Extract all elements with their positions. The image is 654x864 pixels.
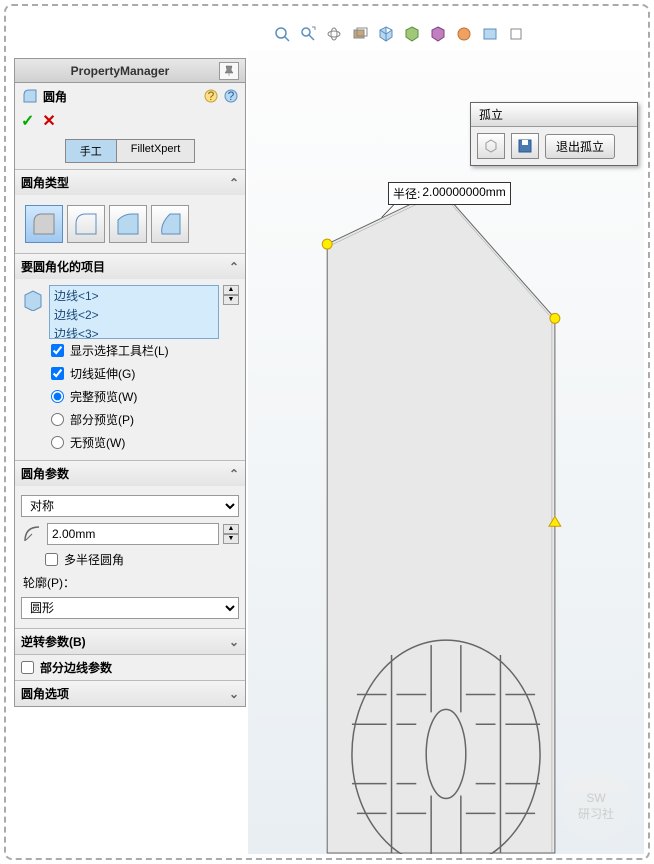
help-icon[interactable]: ? bbox=[223, 88, 239, 104]
section-params: 圆角参数 ⌃ 对称 ▲▼ 多半径圆角 轮廓(P)： 圆形 bbox=[15, 460, 245, 628]
section-header-params[interactable]: 圆角参数 ⌃ bbox=[15, 461, 245, 486]
variable-radius-button[interactable] bbox=[67, 205, 105, 243]
list-item[interactable]: 边线<1> bbox=[50, 286, 218, 305]
partial-preview-radio[interactable]: 部分预览(P) bbox=[21, 408, 239, 431]
isolate-visibility-button[interactable] bbox=[477, 133, 505, 159]
tab-filletxpert[interactable]: FilletXpert bbox=[117, 139, 196, 163]
display-style-icon[interactable] bbox=[400, 22, 424, 46]
list-spinner[interactable]: ▲▼ bbox=[223, 285, 239, 305]
constant-radius-button[interactable] bbox=[25, 205, 63, 243]
ok-cancel-row: ✓ ✕ bbox=[15, 109, 245, 135]
section-items: 要圆角化的项目 ⌃ 边线<1> 边线<2> 边线<3> ▲▼ 显示选择工具栏(L… bbox=[15, 253, 245, 460]
tips-icon[interactable]: ? bbox=[203, 88, 219, 104]
collapse-icon: ⌃ bbox=[229, 467, 239, 481]
ok-button[interactable]: ✓ bbox=[21, 111, 34, 131]
radius-icon bbox=[21, 523, 43, 545]
section-header-reverse[interactable]: 逆转参数(B) ⌄ bbox=[15, 629, 245, 654]
section-header-items[interactable]: 要圆角化的项目 ⌃ bbox=[15, 254, 245, 279]
section-header-partial[interactable]: 部分边线参数 bbox=[15, 655, 245, 680]
svg-text:?: ? bbox=[228, 89, 235, 103]
save-isolate-button[interactable] bbox=[511, 133, 539, 159]
feature-row: 圆角 ? ? bbox=[15, 83, 245, 109]
list-item[interactable]: 边线<3> bbox=[50, 324, 218, 339]
svg-text:?: ? bbox=[208, 89, 215, 103]
zoom-fit-icon[interactable] bbox=[270, 22, 294, 46]
isolate-popup: 孤立 退出孤立 bbox=[470, 102, 638, 166]
edit-appearance-icon[interactable] bbox=[452, 22, 476, 46]
section-view-icon[interactable] bbox=[348, 22, 372, 46]
hide-show-icon[interactable] bbox=[426, 22, 450, 46]
full-preview-radio[interactable]: 完整预览(W) bbox=[21, 385, 239, 408]
collapse-icon: ⌃ bbox=[229, 176, 239, 190]
show-toolbar-checkbox[interactable]: 显示选择工具栏(L) bbox=[21, 339, 239, 362]
dimension-callout[interactable]: 半径: 2.00000000mm bbox=[388, 182, 511, 205]
radius-input[interactable] bbox=[47, 523, 219, 545]
apply-scene-icon[interactable] bbox=[478, 22, 502, 46]
profile-select[interactable]: 圆形 bbox=[21, 597, 239, 619]
no-preview-radio[interactable]: 无预览(W) bbox=[21, 431, 239, 454]
multi-radius-checkbox[interactable]: 多半径圆角 bbox=[21, 548, 239, 571]
collapse-icon: ⌄ bbox=[229, 687, 239, 701]
tab-manual[interactable]: 手工 bbox=[65, 139, 117, 163]
model-geometry bbox=[248, 50, 644, 854]
list-item[interactable]: 边线<2> bbox=[50, 305, 218, 324]
collapse-icon: ⌄ bbox=[229, 635, 239, 649]
section-partial: 部分边线参数 bbox=[15, 654, 245, 680]
fillet-type-buttons bbox=[21, 201, 239, 247]
edge-select-icon bbox=[21, 287, 45, 311]
rotate-view-icon[interactable] bbox=[322, 22, 346, 46]
section-fillet-type: 圆角类型 ⌃ bbox=[15, 169, 245, 253]
section-reverse: 逆转参数(B) ⌄ bbox=[15, 628, 245, 654]
tab-row: 手工 FilletXpert bbox=[15, 135, 245, 169]
view-orientation-icon[interactable] bbox=[374, 22, 398, 46]
property-manager-panel: PropertyManager 圆角 ? ? ✓ ✕ 手工 FilletXper… bbox=[14, 58, 246, 707]
section-options: 圆角选项 ⌄ bbox=[15, 680, 245, 706]
section-header-type[interactable]: 圆角类型 ⌃ bbox=[15, 170, 245, 195]
panel-title: PropertyManager bbox=[21, 64, 219, 78]
feature-name: 圆角 bbox=[43, 88, 199, 105]
profile-label: 轮廓(P)： bbox=[21, 571, 239, 594]
fillet-icon bbox=[21, 87, 39, 105]
tangent-checkbox[interactable]: 切线延伸(G) bbox=[21, 362, 239, 385]
radius-spinner[interactable]: ▲▼ bbox=[223, 524, 239, 544]
section-header-options[interactable]: 圆角选项 ⌄ bbox=[15, 681, 245, 706]
view-toolbar bbox=[270, 18, 644, 50]
view-settings-icon[interactable] bbox=[504, 22, 528, 46]
dim-label: 半径: bbox=[393, 185, 420, 202]
cancel-button[interactable]: ✕ bbox=[42, 111, 55, 131]
exit-isolate-button[interactable]: 退出孤立 bbox=[545, 134, 615, 159]
graphics-viewport[interactable]: 半径: 2.00000000mm 孤立 退出孤立 SW 研习社 bbox=[248, 50, 644, 854]
popup-title: 孤立 bbox=[471, 103, 637, 127]
face-fillet-button[interactable] bbox=[109, 205, 147, 243]
dim-value: 2.00000000mm bbox=[422, 185, 505, 202]
pin-icon[interactable] bbox=[219, 62, 239, 80]
zoom-area-icon[interactable] bbox=[296, 22, 320, 46]
edge-list[interactable]: 边线<1> 边线<2> 边线<3> bbox=[49, 285, 219, 339]
panel-header: PropertyManager bbox=[15, 59, 245, 83]
symmetry-select[interactable]: 对称 bbox=[21, 495, 239, 517]
collapse-icon: ⌃ bbox=[229, 260, 239, 274]
full-round-button[interactable] bbox=[151, 205, 189, 243]
watermark: SW 研习社 bbox=[560, 770, 632, 842]
